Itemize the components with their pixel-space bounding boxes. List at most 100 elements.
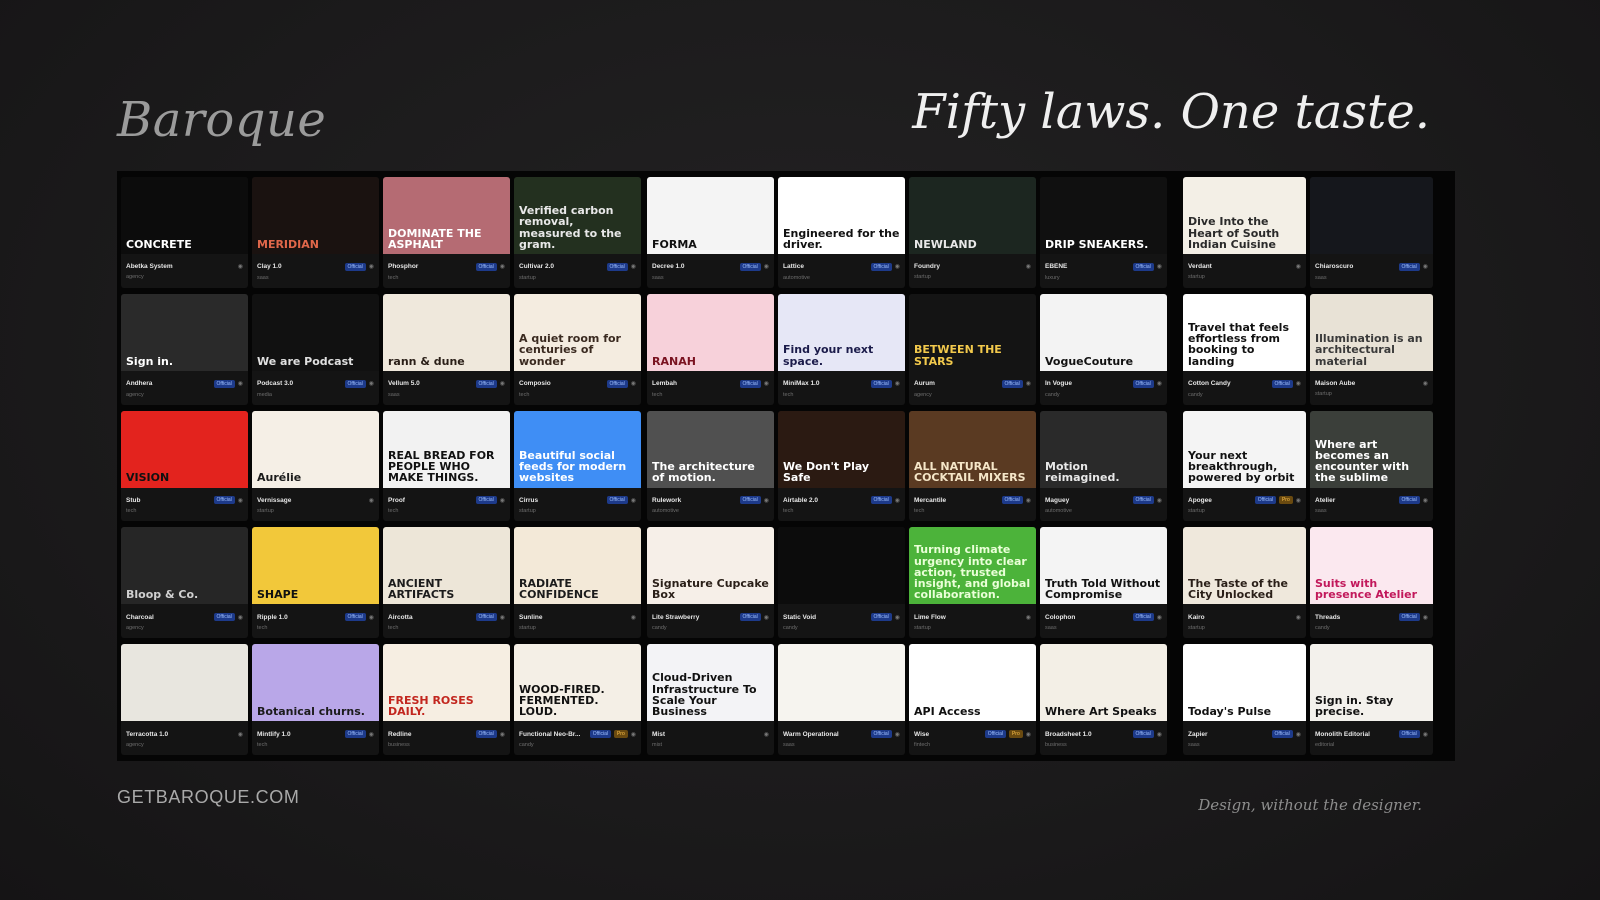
template-card[interactable]: Where Art Speaks Broadsheet 1.0 Official ◉ b… <box>1040 644 1167 755</box>
template-card[interactable]: Sign in. Stay precise. Monolith Editorial… <box>1310 644 1433 755</box>
template-card[interactable]: CONCRETE Abetka System ◉ agency <box>121 177 248 288</box>
template-card[interactable]: VogueCouture In Vogue Official ◉ candy <box>1040 293 1167 405</box>
eye-icon[interactable]: ◉ <box>238 380 243 387</box>
eye-icon[interactable]: ◉ <box>369 380 374 387</box>
template-card[interactable]: Turning climate urgency into clear actio… <box>909 527 1036 639</box>
eye-icon[interactable]: ◉ <box>1296 497 1301 504</box>
template-card[interactable]: Terracotta 1.0 ◉ agency <box>121 644 248 755</box>
eye-icon[interactable]: ◉ <box>238 497 243 504</box>
eye-icon[interactable]: ◉ <box>1157 263 1162 270</box>
eye-icon[interactable]: ◉ <box>238 731 243 738</box>
template-card[interactable]: Truth Told Without Compromise Colophon Off… <box>1040 527 1167 639</box>
template-card[interactable]: Sign in. Andhera Official ◉ agency <box>121 293 248 405</box>
eye-icon[interactable]: ◉ <box>1026 731 1031 738</box>
eye-icon[interactable]: ◉ <box>1296 731 1301 738</box>
template-card[interactable]: VISION Stub Official ◉ tech <box>121 410 248 522</box>
eye-icon[interactable]: ◉ <box>1423 380 1428 387</box>
template-card[interactable]: SHAPE Ripple 1.0 Official ◉ tech <box>252 527 379 639</box>
template-card[interactable]: Motion reimagined. Maguey Official ◉ automot… <box>1040 410 1167 522</box>
template-card[interactable]: Your next breakthrough, powered by orbit… <box>1183 410 1306 522</box>
template-card[interactable]: NEWLAND Foundry ◉ startup <box>909 177 1036 288</box>
template-card[interactable]: We are Podcast Podcast 3.0 Official ◉ media <box>252 293 379 405</box>
template-card[interactable]: The architecture of motion. Rulework Offic… <box>647 410 774 522</box>
eye-icon[interactable]: ◉ <box>1296 380 1301 387</box>
eye-icon[interactable]: ◉ <box>238 614 243 621</box>
eye-icon[interactable]: ◉ <box>238 263 243 270</box>
template-card[interactable]: ANCIENT ARTIFACTS Aircotta Official ◉ tech <box>383 527 510 639</box>
eye-icon[interactable]: ◉ <box>764 614 769 621</box>
template-card[interactable]: BETWEEN THE STARS Aurum Official ◉ agency <box>909 293 1036 405</box>
template-card[interactable]: We Don't Play Safe Airtable 2.0 Official ◉ t… <box>778 410 905 522</box>
template-card[interactable]: Today's Pulse Zapier Official ◉ saas <box>1183 644 1306 755</box>
eye-icon[interactable]: ◉ <box>1157 497 1162 504</box>
template-card[interactable]: Find your next space. MiniMax 1.0 Official… <box>778 293 905 405</box>
eye-icon[interactable]: ◉ <box>764 380 769 387</box>
eye-icon[interactable]: ◉ <box>369 614 374 621</box>
template-card[interactable]: A quiet room for centuries of wonder Comp… <box>514 293 641 405</box>
eye-icon[interactable]: ◉ <box>1296 614 1301 621</box>
eye-icon[interactable]: ◉ <box>1157 731 1162 738</box>
template-card[interactable]: Botanical churns. Mintlify 1.0 Official ◉ te… <box>252 644 379 755</box>
template-card[interactable]: Engineered for the driver. Lattice Officia… <box>778 177 905 288</box>
template-card[interactable]: API Access Wise Official Pro ◉ fintech <box>909 644 1036 755</box>
eye-icon[interactable]: ◉ <box>369 731 374 738</box>
template-card[interactable]: Signature Cupcake Box Lite Strawberry Offi… <box>647 527 774 639</box>
eye-icon[interactable]: ◉ <box>1296 263 1301 270</box>
eye-icon[interactable]: ◉ <box>895 263 900 270</box>
eye-icon[interactable]: ◉ <box>631 731 636 738</box>
template-card[interactable]: REAL BREAD FOR PEOPLE WHO MAKE THINGS. Pr… <box>383 410 510 522</box>
template-card[interactable]: DOMINATE THE ASPHALT Phosphor Official ◉ tec… <box>383 177 510 288</box>
eye-icon[interactable]: ◉ <box>631 614 636 621</box>
template-card[interactable]: RADIATE CONFIDENCE Sunline ◉ startup <box>514 527 641 639</box>
template-card[interactable]: Dive Into the Heart of South Indian Cuis… <box>1183 177 1306 288</box>
eye-icon[interactable]: ◉ <box>500 380 505 387</box>
eye-icon[interactable]: ◉ <box>1423 614 1428 621</box>
template-card[interactable]: ALL NATURAL COCKTAIL MIXERS Mercantile Off… <box>909 410 1036 522</box>
eye-icon[interactable]: ◉ <box>369 263 374 270</box>
template-card[interactable]: Bloop & Co. Charcoal Official ◉ agency <box>121 527 248 639</box>
eye-icon[interactable]: ◉ <box>1157 614 1162 621</box>
eye-icon[interactable]: ◉ <box>369 497 374 504</box>
eye-icon[interactable]: ◉ <box>1026 263 1031 270</box>
eye-icon[interactable]: ◉ <box>764 731 769 738</box>
eye-icon[interactable]: ◉ <box>895 497 900 504</box>
eye-icon[interactable]: ◉ <box>631 263 636 270</box>
template-card[interactable]: WOOD-FIRED. FERMENTED. LOUD. Functional N… <box>514 644 641 755</box>
template-card[interactable]: FORMA Decree 1.0 Official ◉ saas <box>647 177 774 288</box>
template-card[interactable]: Warm Operational Official ◉ saas <box>778 644 905 755</box>
template-card[interactable]: Verified carbon removal, measured to the… <box>514 177 641 288</box>
template-card[interactable]: Static Void Official ◉ candy <box>778 527 905 639</box>
eye-icon[interactable]: ◉ <box>1026 614 1031 621</box>
eye-icon[interactable]: ◉ <box>895 380 900 387</box>
eye-icon[interactable]: ◉ <box>895 614 900 621</box>
template-card[interactable]: Travel that feels effortless from bookin… <box>1183 293 1306 405</box>
eye-icon[interactable]: ◉ <box>500 614 505 621</box>
eye-icon[interactable]: ◉ <box>1026 380 1031 387</box>
eye-icon[interactable]: ◉ <box>764 497 769 504</box>
eye-icon[interactable]: ◉ <box>500 263 505 270</box>
eye-icon[interactable]: ◉ <box>895 731 900 738</box>
eye-icon[interactable]: ◉ <box>1423 731 1428 738</box>
eye-icon[interactable]: ◉ <box>1157 380 1162 387</box>
eye-icon[interactable]: ◉ <box>1026 497 1031 504</box>
template-card[interactable]: rann & dune Vellum 5.0 Official ◉ saas <box>383 293 510 405</box>
eye-icon[interactable]: ◉ <box>631 380 636 387</box>
template-card[interactable]: Where art becomes an encounter with the … <box>1310 410 1433 522</box>
template-card[interactable]: Aurélie Vernissage ◉ startup <box>252 410 379 522</box>
eye-icon[interactable]: ◉ <box>500 731 505 738</box>
eye-icon[interactable]: ◉ <box>631 497 636 504</box>
site-link[interactable]: GETBAROQUE.COM <box>117 787 299 808</box>
template-card[interactable]: DRIP SNEAKERS. ÉBÈNE Official ◉ luxury <box>1040 177 1167 288</box>
eye-icon[interactable]: ◉ <box>1423 497 1428 504</box>
eye-icon[interactable]: ◉ <box>764 263 769 270</box>
template-card[interactable]: FRESH ROSES DAILY. Redline Official ◉ busine… <box>383 644 510 755</box>
eye-icon[interactable]: ◉ <box>1423 263 1428 270</box>
eye-icon[interactable]: ◉ <box>500 497 505 504</box>
template-card[interactable]: The Taste of the City Unlocked Kairo ◉ star… <box>1183 527 1306 639</box>
template-card[interactable]: Beautiful social feeds for modern websit… <box>514 410 641 522</box>
template-card[interactable]: Illumination is an architectural materia… <box>1310 293 1433 405</box>
template-card[interactable]: Chiaroscuro Official ◉ saas <box>1310 177 1433 288</box>
template-card[interactable]: Suits with presence Atelier Threads Offici… <box>1310 527 1433 639</box>
template-card[interactable]: RANAH Lembah Official ◉ tech <box>647 293 774 405</box>
template-card[interactable]: MERIDIAN Clay 1.0 Official ◉ saas <box>252 177 379 288</box>
